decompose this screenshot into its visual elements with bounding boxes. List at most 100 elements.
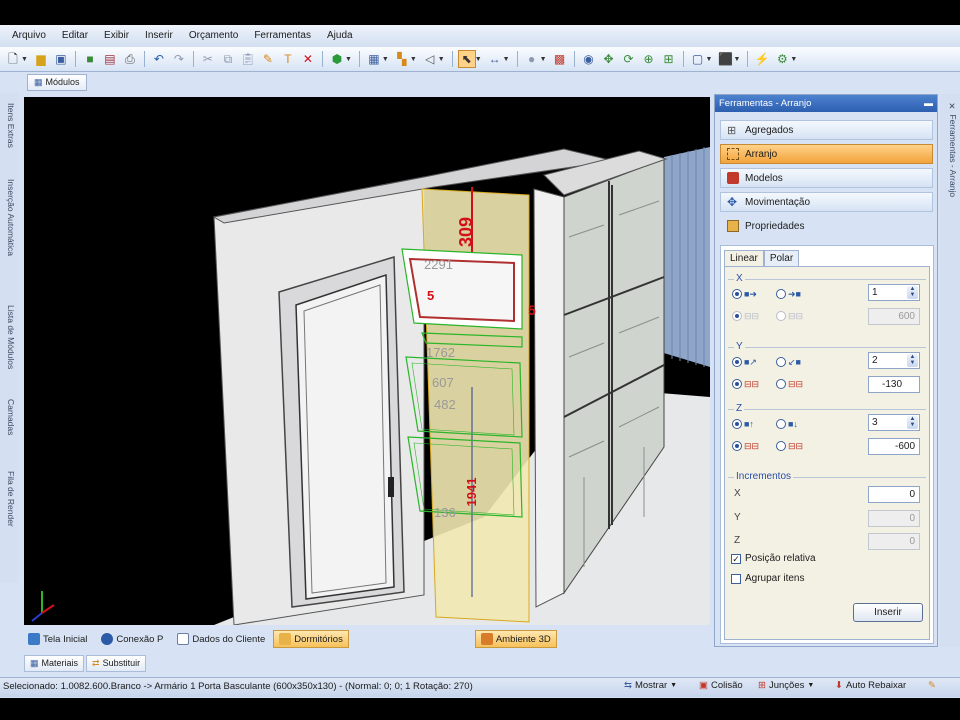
globe-icon[interactable]: ⬢ [328,50,346,68]
eye-icon[interactable]: ◉ [580,50,598,68]
sidebar-item-render-queue[interactable]: Fila de Render [2,471,16,563]
x-offset-field[interactable]: 600 [868,308,920,325]
tab-tela-inicial[interactable]: Tela Inicial [22,630,93,648]
z-option-up[interactable]: ■↑ [732,419,758,429]
y-option-back[interactable]: ↙■ [776,357,802,367]
settings-icon[interactable]: ⚙ [773,50,791,68]
dropdown-arrow-icon[interactable]: ▼ [706,56,713,63]
tab-materiais[interactable]: ▦ Materiais [24,654,85,672]
render-icon[interactable]: ■ [81,50,99,68]
undo-icon[interactable]: ↶ [150,50,168,68]
sidebar-item-extra[interactable]: Itens Extras [2,103,16,173]
accordion-arranjo[interactable]: Arranjo [720,144,933,164]
auto-lower-button[interactable]: ⬇ Auto Rebaixar [835,680,906,691]
tab-dados-cliente[interactable]: Dados do Cliente [171,630,271,648]
menu-exibir[interactable]: Exibir [96,25,137,47]
collision-button[interactable]: ▣ Colisão [699,680,743,691]
x-left-radio[interactable] [776,289,786,299]
y-option-front[interactable]: ■↗ [732,357,758,367]
new-file-icon[interactable]: 🗋 [4,50,22,68]
z-offset-field[interactable]: -600 [868,438,920,455]
modules-icon[interactable]: ▚ [393,50,411,68]
sidebar-item-tools-arranjo[interactable]: ✕ Ferramentas - Arranjo [944,102,958,242]
unchecked-box[interactable] [731,573,741,584]
save-icon[interactable]: ▣ [52,50,70,68]
paint-icon[interactable]: ✎ [259,50,277,68]
camera-move-icon[interactable]: ✥ [600,50,618,68]
z-option-distribute[interactable]: ⊟⊟ [776,441,803,451]
grid-icon[interactable]: ▩ [551,50,569,68]
x-distribute-radio[interactable] [776,311,786,321]
tab-dormitorios[interactable]: Dormitórios [273,630,349,648]
z-option-down[interactable]: ■↓ [776,419,802,429]
y-count-stepper[interactable]: 2 ▲ ▼ [868,352,920,369]
dropdown-arrow-icon[interactable]: ▼ [382,56,389,63]
stepper-arrows-icon[interactable]: ▲ ▼ [907,416,918,429]
sidebar-item-layers[interactable]: Camadas [2,399,16,465]
menu-inserir[interactable]: Inserir [137,25,181,47]
cut-icon[interactable]: ✂ [199,50,217,68]
light-icon[interactable]: ● [523,50,541,68]
open-folder-icon[interactable]: ▆ [32,50,50,68]
y-option-distribute[interactable]: ⊟⊟ [776,379,803,389]
zoom-icon[interactable]: ⊕ [640,50,658,68]
menu-ajuda[interactable]: Ajuda [319,25,361,47]
menu-orcamento[interactable]: Orçamento [181,25,246,47]
export-icon[interactable]: ⎙ [121,50,139,68]
dropdown-arrow-icon[interactable]: ▼ [790,56,797,63]
x-right-radio[interactable] [732,289,742,299]
tab-modulos[interactable]: ▦ Módulos [27,74,87,91]
sidebar-item-auto-insert[interactable]: Inserção Automática [2,179,16,299]
pin-icon[interactable]: ▬ [924,95,933,112]
y-offset-field[interactable]: -130 [868,376,920,393]
shape-icon[interactable]: ◁ [421,50,439,68]
dropdown-arrow-icon[interactable]: ▼ [733,56,740,63]
y-back-radio[interactable] [776,357,786,367]
y-front-radio[interactable] [732,357,742,367]
dropdown-arrow-icon[interactable]: ▼ [410,56,417,63]
tab-polar[interactable]: Polar [763,250,800,266]
z-option-spacing[interactable]: ⊟⊟ [732,441,759,451]
x-spacing-radio[interactable] [732,311,742,321]
joints-button[interactable]: ⊞ Junções ▼ [758,680,814,691]
print-icon[interactable]: ▤ [101,50,119,68]
accordion-movimentacao[interactable]: ✥ Movimentação [720,192,933,212]
z-up-radio[interactable] [732,419,742,429]
x-option-spacing[interactable]: ⊟⊟ [732,311,759,321]
stepper-arrows-icon[interactable]: ▲ ▼ [907,354,918,367]
menu-arquivo[interactable]: Arquivo [4,25,54,47]
accordion-agregados[interactable]: ⊞ Agregados [720,120,933,140]
menu-editar[interactable]: Editar [54,25,96,47]
increment-z-field[interactable]: 0 [868,533,920,550]
dropdown-arrow-icon[interactable]: ▼ [345,56,352,63]
3d-viewport[interactable]: 309 1941 2291 1762 607 482 136 5 5 [24,97,710,625]
increment-y-field[interactable]: 0 [868,510,920,527]
x-option-left[interactable]: ➜■ [776,289,802,299]
dropdown-arrow-icon[interactable]: ▼ [21,56,28,63]
view-icon[interactable]: ▢ [689,50,707,68]
sidebar-item-module-list[interactable]: Lista de Módulos [2,305,16,393]
tab-substituir[interactable]: ⇄ Substituir [86,654,147,672]
accordion-propriedades[interactable]: Propriedades [720,216,933,236]
group-items-checkbox[interactable]: Agrupar itens [731,573,804,584]
measure-icon[interactable]: ↔ [486,50,504,68]
dropdown-arrow-icon[interactable]: ▼ [438,56,445,63]
layout-icon[interactable]: ▦ [365,50,383,68]
dropdown-arrow-icon[interactable]: ▼ [503,56,510,63]
status-tools-icon[interactable]: ✎ [928,680,936,691]
copy-icon[interactable]: ⧉ [219,50,237,68]
tab-linear[interactable]: Linear [724,250,764,266]
dropdown-arrow-icon[interactable]: ▼ [475,56,482,63]
z-spacing-radio[interactable] [732,441,742,451]
increment-x-field[interactable]: 0 [868,486,920,503]
delete-icon[interactable]: ✕ [299,50,317,68]
y-option-spacing[interactable]: ⊟⊟ [732,379,759,389]
y-distribute-radio[interactable] [776,379,786,389]
checkmark-icon[interactable]: ✓ [731,553,741,564]
tab-conexao[interactable]: Conexão P [95,630,169,648]
z-down-radio[interactable] [776,419,786,429]
wand-icon[interactable]: ⚡ [753,50,771,68]
insert-button[interactable]: Inserir [853,603,923,622]
rotate-icon[interactable]: ⟳ [620,50,638,68]
z-distribute-radio[interactable] [776,441,786,451]
